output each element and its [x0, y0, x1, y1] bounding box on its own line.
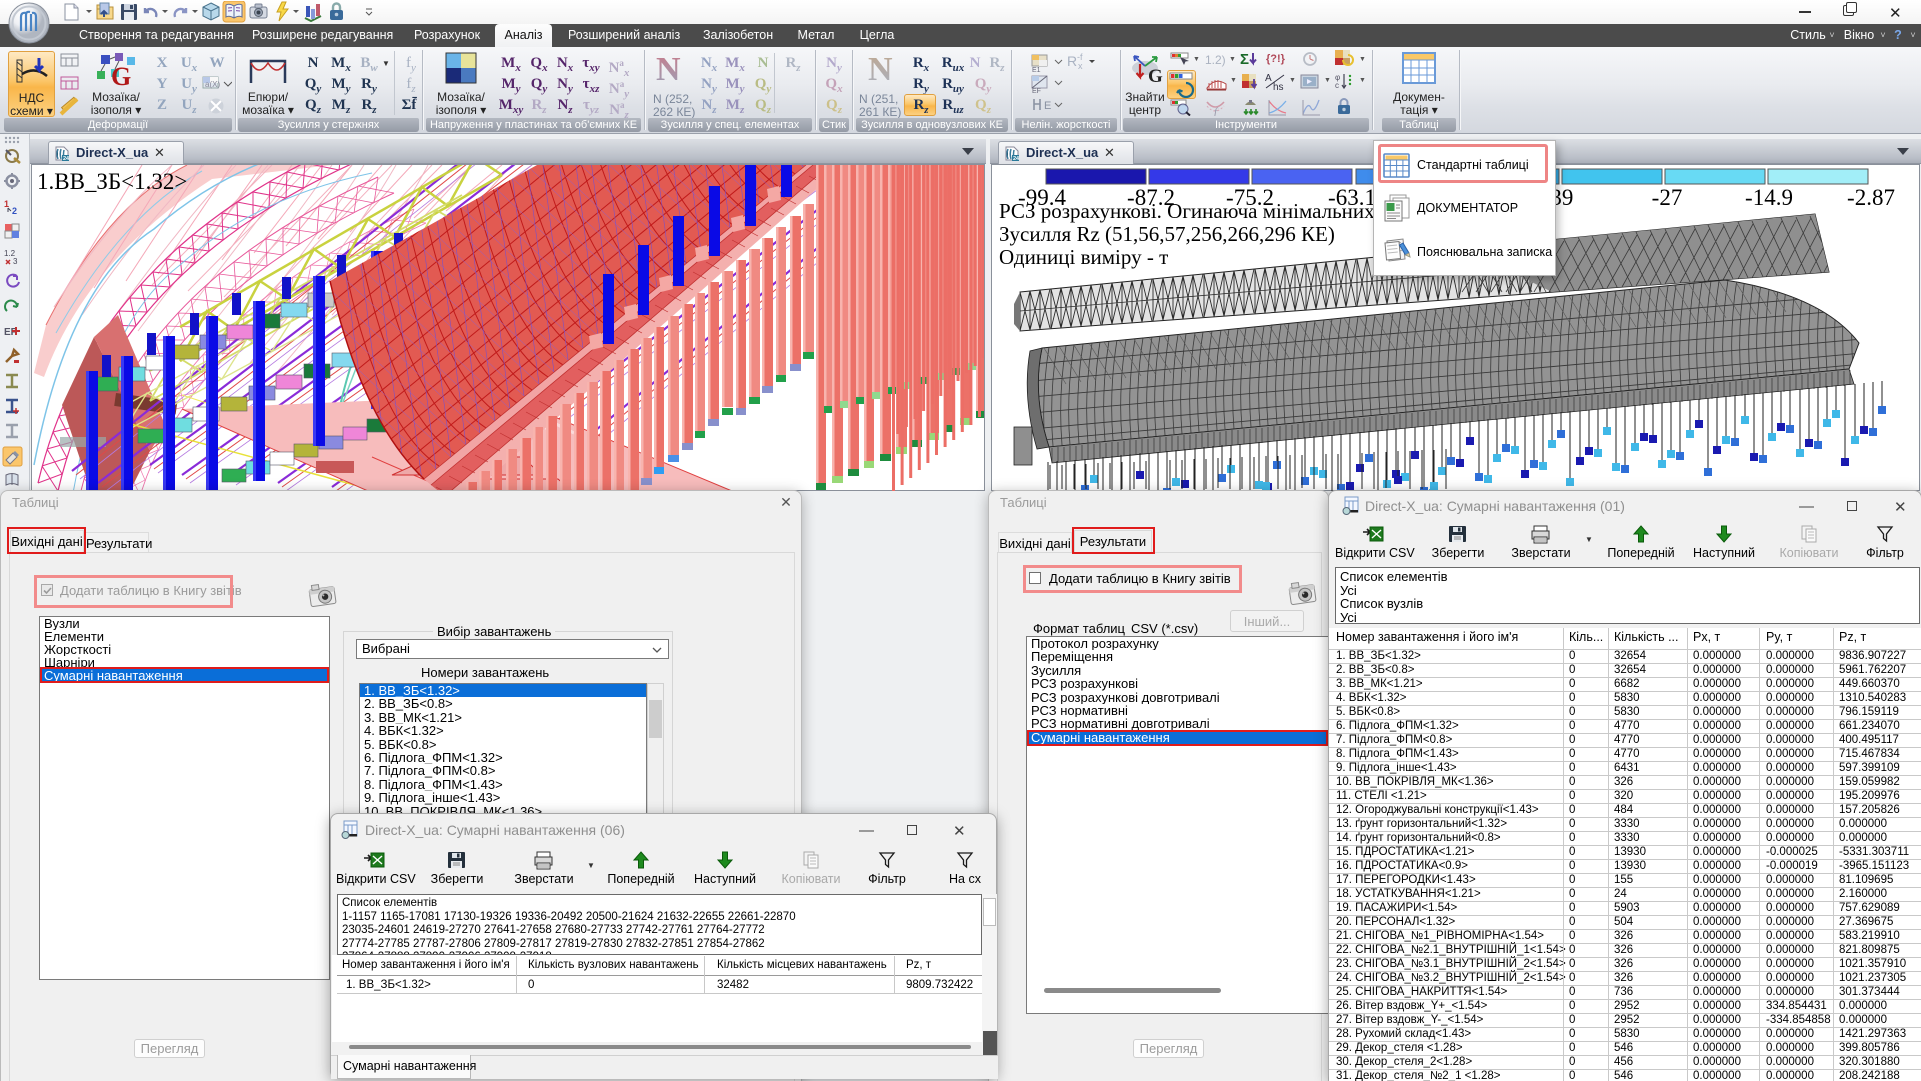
svg-text:hs: hs — [1273, 82, 1284, 92]
svg-text:EF: EF — [4, 327, 17, 338]
svg-text:-27: -27 — [1652, 185, 1683, 210]
svg-text:24: 24 — [1013, 156, 1020, 162]
svg-text:-14.9: -14.9 — [1745, 185, 1793, 210]
svg-text:2: 2 — [12, 206, 17, 216]
svg-text:Одиниці виміру - т: Одиниці виміру - т — [999, 245, 1168, 269]
svg-text:1: 1 — [4, 199, 9, 209]
svg-text:f: f — [1214, 106, 1219, 116]
svg-text:Σ: Σ — [1240, 51, 1249, 68]
svg-text:G: G — [1148, 66, 1163, 87]
svg-text:R: R — [1067, 53, 1077, 69]
svg-text:Зусилля Rz (51,56,57,256,266,2: Зусилля Rz (51,56,57,256,266,296 КЕ) — [999, 222, 1335, 246]
svg-text:a(X): a(X) — [205, 80, 220, 89]
svg-text:РСЗ розрахункові. Огинаюча мін: РСЗ розрахункові. Огинаюча мінімальних — [999, 199, 1375, 223]
svg-text:x: x — [1078, 61, 1083, 71]
svg-text:E1: E1 — [1032, 67, 1041, 72]
svg-text:A: A — [1265, 73, 1272, 84]
svg-text:3: 3 — [13, 257, 18, 266]
svg-text:E: E — [1044, 100, 1051, 112]
svg-text:24: 24 — [63, 156, 70, 162]
svg-text:-2.87: -2.87 — [1847, 185, 1895, 210]
svg-text:c: c — [1335, 81, 1339, 90]
svg-text:G: G — [111, 62, 131, 89]
svg-text:EF: EF — [1032, 88, 1041, 94]
